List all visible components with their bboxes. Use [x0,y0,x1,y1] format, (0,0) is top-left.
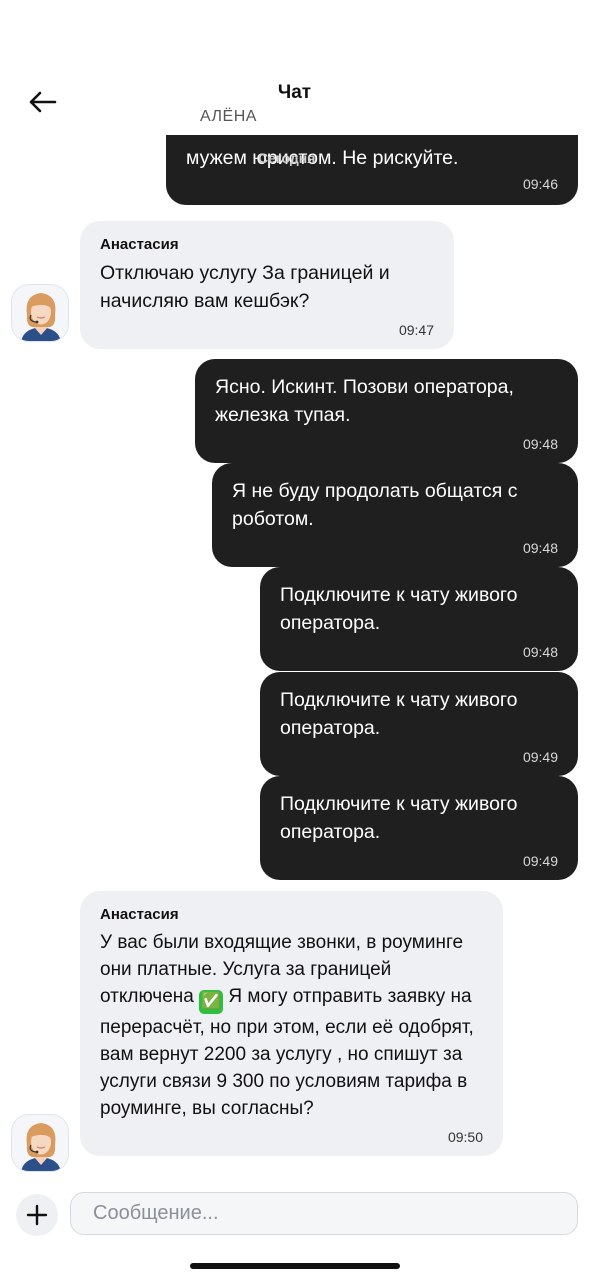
message-outgoing: Подключите к чату живого оператора. 09:4… [260,776,578,880]
message-outgoing: Подключите к чату живого оператора. 09:4… [260,567,578,671]
message-time: 09:49 [522,749,558,765]
message-time: 09:48 [522,644,558,660]
message-input[interactable] [71,1193,577,1234]
message-time: 09:49 [522,853,558,869]
message-author: Анастасия [100,906,179,923]
operator-avatar[interactable] [11,1114,69,1172]
header-subtitle: АЛЁНА [200,108,257,125]
message-outgoing: Ясно. Искинт. Позови оператора, железка … [195,359,578,463]
message-text: У вас были входящие звонки, в роуминге о… [100,929,483,1122]
message-text: мужем юристом. Не рискуйте. [186,147,459,169]
date-separator: Сегодня [258,150,316,166]
check-mark-emoji-icon: ✅ [199,990,224,1014]
message-text: Подключите к чату живого оператора. [280,793,518,843]
message-input-wrapper [70,1192,578,1235]
plus-icon [26,1204,48,1226]
message-text: Подключите к чату живого оператора. [280,584,518,634]
home-indicator [190,1263,400,1269]
message-text: Отключаю услугу За границей и начисляю в… [100,262,390,312]
message-time: 09:50 [447,1129,483,1145]
message-author: Анастасия [100,236,179,253]
operator-avatar[interactable] [11,284,69,342]
message-time: 09:48 [522,540,558,556]
avatar-portrait-icon [12,285,68,341]
message-time: 09:46 [522,176,558,192]
page-title: Чат [277,82,312,103]
chat-message-list[interactable]: мужем юристом. Не рискуйте. 09:46 Сегодн… [0,0,589,1280]
avatar-portrait-icon [12,1115,68,1171]
message-time: 09:47 [398,322,434,338]
message-text: Я не буду продолать общатся с роботом. [232,480,518,530]
message-outgoing: Подключите к чату живого оператора. 09:4… [260,672,578,776]
message-text: Подключите к чату живого оператора. [280,689,518,739]
message-time: 09:48 [522,436,558,452]
message-incoming: Анастасия У вас были входящие звонки, в … [80,891,503,1156]
message-text: Ясно. Искинт. Позови оператора, железка … [215,376,514,426]
attach-button[interactable] [16,1194,58,1236]
message-incoming: Анастасия Отключаю услугу За границей и … [80,221,454,349]
message-outgoing: Я не буду продолать общатся с роботом. 0… [212,463,578,567]
chat-header: Чат АЛЁНА [0,0,589,135]
message-composer [0,1180,589,1280]
